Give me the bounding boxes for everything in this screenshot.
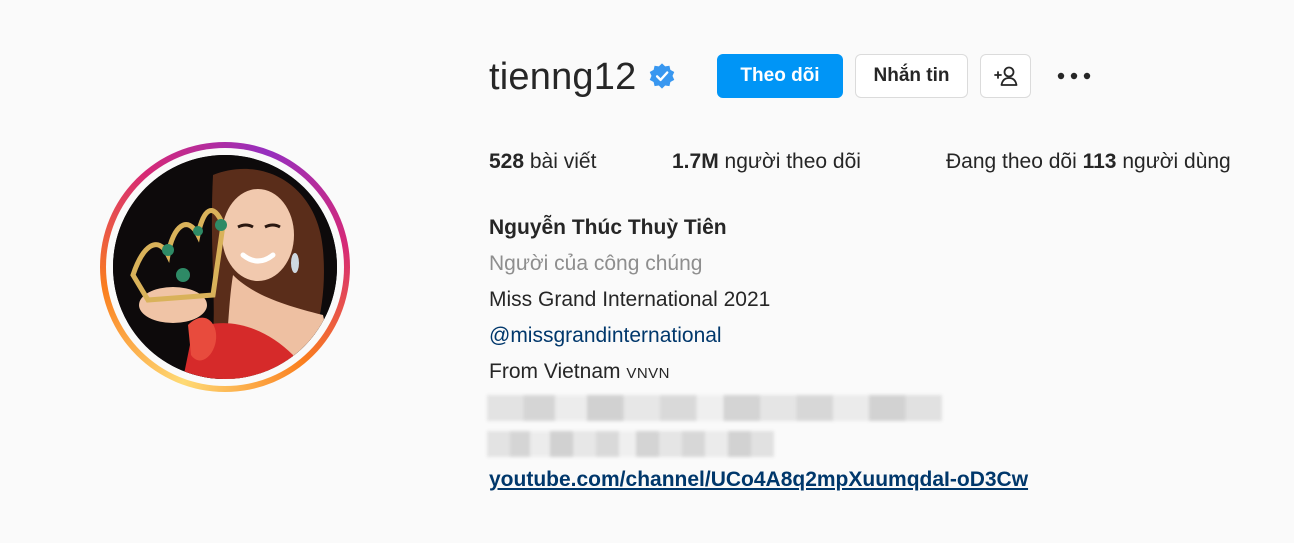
followers-count: 1.7M xyxy=(672,150,719,173)
verified-badge-icon xyxy=(649,63,675,89)
following-prefix: Đang theo dõi xyxy=(946,150,1083,173)
redacted-bio-line xyxy=(487,431,774,457)
ellipsis-icon xyxy=(1057,72,1091,80)
bio-external-link[interactable]: youtube.com/channel/UCo4A8q2mpXuumqdaI-o… xyxy=(489,466,1028,494)
flag-text: VNVN xyxy=(626,365,671,382)
bio-mention-link[interactable]: @missgrandinternational xyxy=(489,322,722,350)
posts-stat: 528 bài viết xyxy=(489,148,596,176)
bio-from-text: From Vietnam xyxy=(489,360,627,383)
profile-username: tienng12 xyxy=(489,56,637,98)
follow-button[interactable]: Theo dõi xyxy=(717,54,843,98)
following-stat[interactable]: Đang theo dõi 113 người dùng xyxy=(946,148,1231,176)
suggest-accounts-button[interactable] xyxy=(980,54,1031,98)
bio-from: From Vietnam VNVN xyxy=(489,358,670,388)
avatar-portrait-icon xyxy=(113,155,337,379)
followers-label: người theo dõi xyxy=(718,150,861,173)
posts-count: 528 xyxy=(489,150,525,173)
avatar-photo xyxy=(113,155,337,379)
bio-title: Miss Grand International 2021 xyxy=(489,288,771,311)
followers-stat[interactable]: 1.7M người theo dõi xyxy=(672,148,861,176)
redacted-bio-line xyxy=(487,395,942,421)
profile-avatar[interactable] xyxy=(100,142,350,392)
person-plus-icon xyxy=(993,66,1017,86)
following-count: 113 xyxy=(1082,150,1117,173)
posts-label: bài viết xyxy=(524,150,597,173)
following-label: người dùng xyxy=(1116,150,1231,173)
more-options-button[interactable] xyxy=(1054,60,1094,92)
profile-category: Người của công chúng xyxy=(489,252,703,275)
profile-full-name: Nguyễn Thúc Thuỳ Tiên xyxy=(489,216,727,239)
message-button[interactable]: Nhắn tin xyxy=(855,54,968,98)
